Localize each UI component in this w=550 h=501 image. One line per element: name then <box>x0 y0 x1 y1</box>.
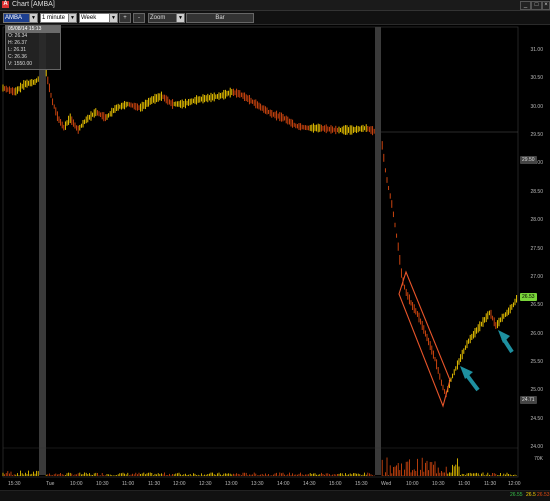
info-volume: V: 1550.00 <box>8 61 33 67</box>
zoom-value: Zoom <box>150 15 166 21</box>
interval-value: 1 minute <box>42 15 66 21</box>
price-tick: 27.50 <box>530 246 543 252</box>
bar-type-button[interactable]: Bar <box>186 13 254 23</box>
price-tick: 27.00 <box>530 274 543 280</box>
info-open: O: 26.34 <box>8 33 28 39</box>
symbol-value: AMBA <box>5 15 23 21</box>
session-separator-wed <box>375 27 381 475</box>
window-title: Chart [AMBA] <box>12 1 55 8</box>
chevron-down-icon[interactable]: ▼ <box>29 14 37 22</box>
time-tick: 10:30 <box>432 481 445 487</box>
time-tick: 13:30 <box>251 481 264 487</box>
ask-quote: 26.53 <box>537 492 550 498</box>
minimize-button[interactable]: _ <box>520 1 531 10</box>
price-tick: 30.50 <box>530 75 543 81</box>
volume-scale-label: 70K <box>534 456 543 462</box>
zoom-out-button[interactable]: - <box>133 13 145 23</box>
chevron-down-icon[interactable]: ▼ <box>176 14 184 22</box>
time-tick: Tue <box>46 481 55 487</box>
time-tick: 10:00 <box>406 481 419 487</box>
time-tick: 11:30 <box>148 481 161 487</box>
session-separator-tue <box>39 27 46 475</box>
status-strip <box>0 490 550 501</box>
last-quote: 26.5 <box>526 492 536 498</box>
bid-quote: 26.55 <box>510 492 523 498</box>
info-low: L: 26.31 <box>8 47 27 53</box>
time-tick: 10:30 <box>96 481 109 487</box>
price-tick: 28.50 <box>530 189 543 195</box>
price-tick: 25.50 <box>530 359 543 365</box>
range-select[interactable]: Week ▼ <box>79 13 118 23</box>
time-tick: 15:30 <box>8 481 21 487</box>
chart-app-icon: A <box>2 1 9 8</box>
time-tick: 15:30 <box>355 481 368 487</box>
time-tick: 12:00 <box>173 481 186 487</box>
time-tick: 11:00 <box>122 481 135 487</box>
zoom-select[interactable]: Zoom ▼ <box>148 13 185 23</box>
interval-select[interactable]: 1 minute ▼ <box>40 13 77 23</box>
price-tick: 24.50 <box>530 416 543 422</box>
price-tick: 29.50 <box>530 132 543 138</box>
range-value: Week <box>81 15 97 21</box>
window-titlebar: A Chart [AMBA] _ □ × <box>0 0 550 11</box>
info-timestamp: 05/08/14 15:13 <box>6 26 60 33</box>
time-tick: 12:00 <box>508 481 521 487</box>
time-tick: 11:00 <box>458 481 471 487</box>
price-tick: 30.00 <box>530 104 543 110</box>
chevron-down-icon[interactable]: ▼ <box>109 14 117 22</box>
price-tick: 24.00 <box>530 444 543 450</box>
symbol-select[interactable]: AMBA ▼ <box>3 13 38 23</box>
chart-canvas[interactable] <box>0 25 550 500</box>
prev-close-tag: 29.50 <box>520 156 537 164</box>
time-tick: 14:30 <box>303 481 316 487</box>
time-tick: 12:30 <box>199 481 212 487</box>
arrow-icon-2 <box>498 330 514 354</box>
maximize-button[interactable]: □ <box>531 1 542 10</box>
price-tick: 31.00 <box>530 47 543 53</box>
price-tick: 26.00 <box>530 331 543 337</box>
price-tick: 25.00 <box>530 387 543 393</box>
zoom-in-button[interactable]: + <box>119 13 131 23</box>
info-high: H: 26.37 <box>8 40 27 46</box>
time-tick: 11:30 <box>484 481 497 487</box>
price-tick: 28.00 <box>530 217 543 223</box>
close-button[interactable]: × <box>542 1 550 10</box>
low-marker-tag: 24.71 <box>520 396 537 404</box>
price-series <box>2 69 518 398</box>
arrow-icon-1 <box>460 366 480 392</box>
info-close: C: 26.36 <box>8 54 27 60</box>
price-tick: 26.50 <box>530 302 543 308</box>
volume-series <box>2 457 517 476</box>
time-tick: Wed <box>381 481 392 487</box>
time-tick: 14:00 <box>277 481 290 487</box>
chart-toolbar: AMBA ▼ 1 minute ▼ Week ▼ + - Zoom ▼ Bar <box>0 11 550 25</box>
time-tick: 10:00 <box>70 481 83 487</box>
time-tick: 13:00 <box>225 481 238 487</box>
time-tick: 15:00 <box>329 481 342 487</box>
price-chart[interactable] <box>0 25 550 500</box>
last-price-tag: 26.53 <box>520 293 537 301</box>
chevron-down-icon[interactable]: ▼ <box>68 14 76 22</box>
plot-frame <box>2 26 519 478</box>
ohlc-info-panel: 05/08/14 15:13 O: 26.34 H: 26.37 L: 26.3… <box>5 25 61 70</box>
